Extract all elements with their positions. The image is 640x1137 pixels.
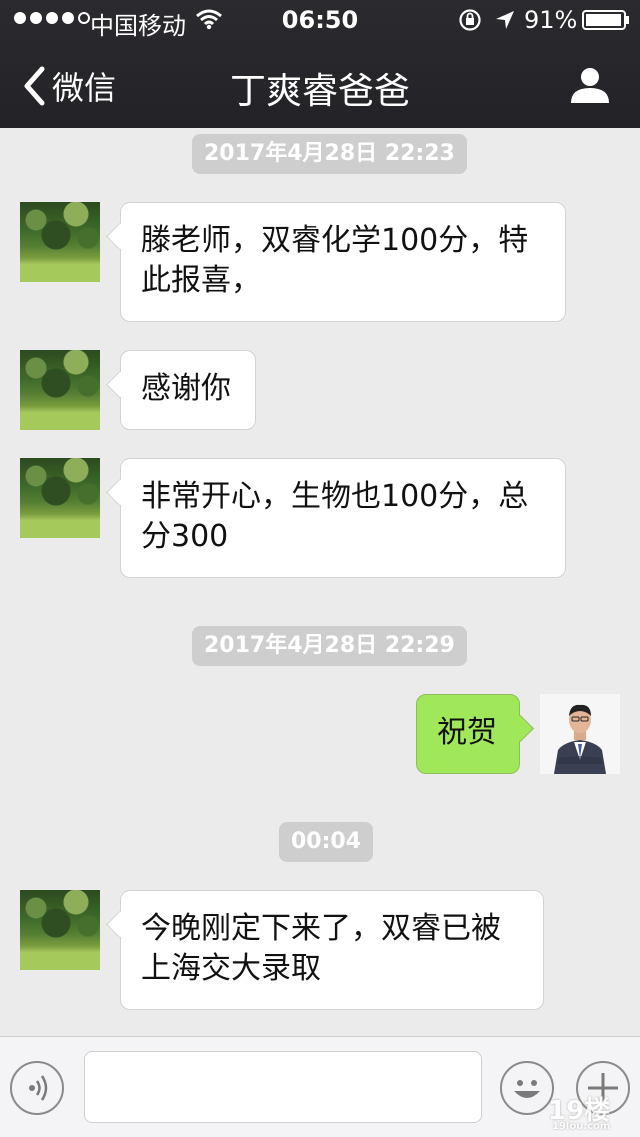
voice-icon (29, 1075, 48, 1101)
emoji-button[interactable] (500, 1061, 554, 1115)
battery-icon (582, 10, 629, 30)
message-bubble-outgoing[interactable]: 祝贺 (416, 694, 520, 774)
contact-avatar[interactable] (20, 202, 100, 282)
my-avatar[interactable] (540, 694, 620, 774)
message-bubble-incoming[interactable]: 感谢你 (120, 350, 256, 430)
message-input[interactable] (84, 1051, 482, 1123)
watermark-sub: 19lou.com (552, 1121, 611, 1132)
location-arrow-icon (496, 11, 514, 29)
message-bubble-incoming[interactable]: 今晚刚定下来了，双睿已被上海交大录取 (120, 890, 544, 1010)
status-bar: 中国移动 06:50 91% (0, 0, 640, 40)
chat-title: 丁爽睿爸爸 (229, 71, 410, 112)
lock-rotation-icon (459, 9, 481, 31)
contact-avatar[interactable] (20, 458, 100, 538)
message-bubble-incoming[interactable]: 非常开心，生物也100分，总分300 (120, 458, 566, 578)
top-bar: 中国移动 06:50 91% 微信 丁爽睿爸爸 (0, 0, 640, 128)
message-bubble-incoming[interactable]: 滕老师，双睿化学100分，特此报喜， (120, 202, 566, 322)
emoji-icon (514, 1080, 540, 1098)
input-bar (0, 1036, 640, 1137)
voice-button[interactable] (10, 1061, 64, 1115)
timestamp: 00:04 (279, 822, 374, 862)
contact-avatar[interactable] (20, 350, 100, 430)
timestamp: 2017年4月28日 22:29 (192, 626, 467, 666)
contact-avatar[interactable] (20, 890, 100, 970)
site-watermark: 19楼 19lou.com (548, 1090, 610, 1132)
battery-percent: 91% (524, 6, 578, 34)
timestamp: 2017年4月28日 22:23 (192, 134, 467, 174)
profile-icon[interactable] (568, 66, 612, 104)
